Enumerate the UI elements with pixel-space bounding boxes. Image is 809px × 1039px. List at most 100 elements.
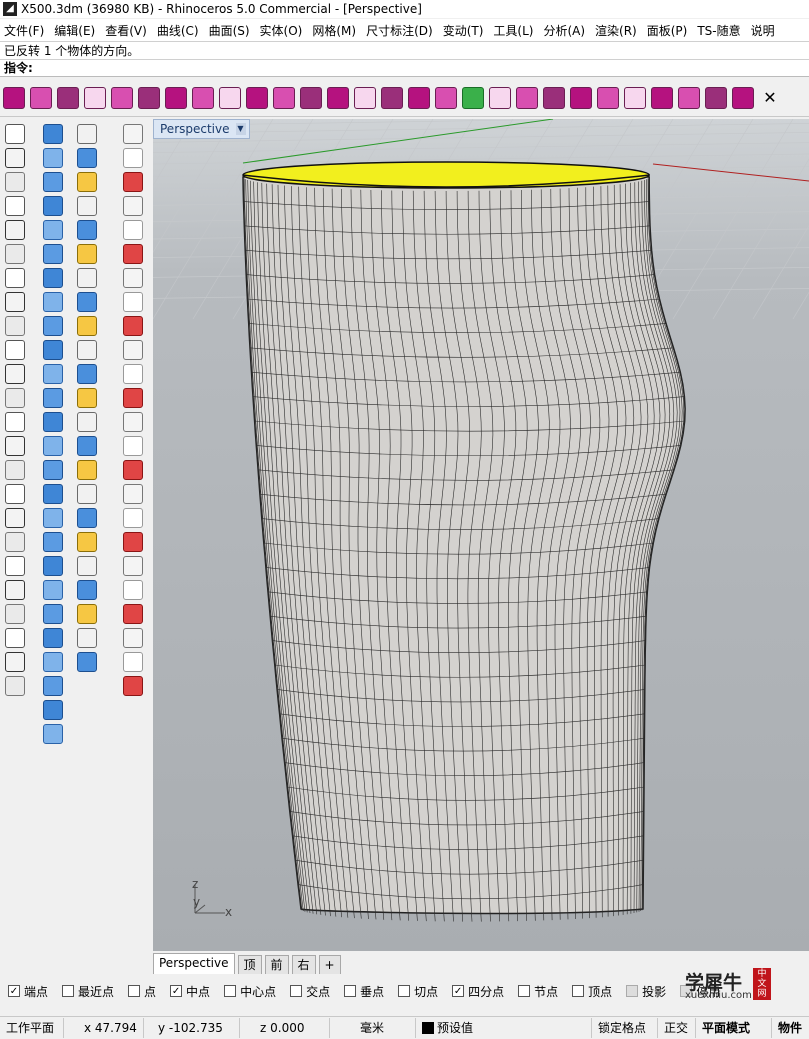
menu-solid[interactable]: 实体(O) [256, 22, 309, 39]
osnap-checkbox[interactable] [224, 985, 237, 997]
osnap-checkbox[interactable] [518, 985, 531, 997]
menu-view[interactable]: 查看(V) [101, 22, 153, 39]
gumball-icon[interactable] [138, 87, 160, 109]
blend-surface-icon[interactable] [111, 87, 133, 109]
polygon-mesh-icon[interactable] [246, 87, 268, 109]
magnify-icon[interactable] [123, 124, 143, 144]
menu-edit[interactable]: 编辑(E) [50, 22, 101, 39]
tab-perspective[interactable]: Perspective [153, 953, 235, 974]
walking-icon[interactable] [43, 484, 63, 504]
osnap-7[interactable]: 切点 [398, 983, 438, 1000]
menu-render[interactable]: 渲染(R) [591, 22, 643, 39]
menu-ts[interactable]: TS-随意 [693, 22, 746, 39]
point-grid-icon[interactable] [192, 87, 214, 109]
offset-curve-icon[interactable] [5, 508, 25, 528]
planar-toggle[interactable]: 平面模式 [696, 1018, 772, 1038]
arc-icon[interactable] [5, 268, 25, 288]
menu-mesh[interactable]: 网格(M) [308, 22, 362, 39]
torus-half-icon[interactable] [123, 628, 143, 648]
menu-file[interactable]: 文件(F) [0, 22, 50, 39]
surface-plane-icon[interactable] [43, 124, 63, 144]
boolean-icon[interactable] [651, 87, 673, 109]
edit-pen-icon[interactable] [77, 412, 97, 432]
puzzle-icon[interactable] [77, 172, 97, 192]
extrude-tool-icon[interactable] [57, 87, 79, 109]
cube-select-icon[interactable] [43, 508, 63, 528]
text-icon[interactable] [5, 652, 25, 672]
sphere-net-icon[interactable] [43, 172, 63, 192]
car-box-icon[interactable] [123, 340, 143, 360]
bend-icon[interactable] [354, 87, 376, 109]
rail-revolve-icon[interactable] [43, 292, 63, 312]
sweep-surface-icon[interactable] [43, 436, 63, 456]
arch-surface-icon[interactable] [43, 556, 63, 576]
dim-angle-icon[interactable] [77, 148, 97, 168]
spheres-split-icon[interactable] [77, 316, 97, 336]
car-front-icon[interactable] [123, 388, 143, 408]
cap-icon[interactable] [43, 700, 63, 720]
grid-tile-icon[interactable] [543, 87, 565, 109]
shaded-sphere-icon[interactable] [123, 268, 143, 288]
cylinder-blue-icon[interactable] [123, 508, 143, 528]
unroll-icon[interactable] [489, 87, 511, 109]
dots-circle-icon[interactable] [77, 532, 97, 552]
loft-surface-icon[interactable] [43, 412, 63, 432]
ellipse-icon[interactable] [5, 412, 25, 432]
bulbs-icon[interactable] [123, 244, 143, 264]
polyline-icon[interactable] [5, 196, 25, 216]
menu-tools[interactable]: 工具(L) [489, 22, 539, 39]
grid-snap-toggle[interactable]: 锁定格点 [592, 1018, 658, 1038]
extrude-blue-icon[interactable] [123, 580, 143, 600]
close-icon[interactable]: ✕ [759, 87, 781, 109]
patch-blue-icon[interactable] [43, 652, 63, 672]
cylinder-icon[interactable] [43, 244, 63, 264]
curve-lines-icon[interactable] [5, 580, 25, 600]
folder-icon[interactable] [123, 172, 143, 192]
polyline-zigzag-icon[interactable] [5, 628, 25, 648]
hourglass-icon[interactable] [77, 580, 97, 600]
stair-icon[interactable] [77, 388, 97, 408]
circles-icon[interactable] [77, 220, 97, 240]
render-sphere-icon[interactable] [123, 292, 143, 312]
viewport-title-tab[interactable]: Perspective ▼ [153, 119, 250, 139]
car-open-icon[interactable] [123, 460, 143, 480]
cube-edit-icon[interactable] [165, 87, 187, 109]
revolve-icon[interactable] [43, 268, 63, 288]
revolved-surface-model[interactable] [242, 161, 686, 922]
car-red-icon[interactable] [123, 316, 143, 336]
fillet-curve-icon[interactable] [5, 460, 25, 480]
osnap-9[interactable]: 节点 [518, 983, 558, 1000]
osnap-1[interactable]: 最近点 [62, 983, 114, 1000]
loft-icon[interactable] [624, 87, 646, 109]
flow-along-icon[interactable] [273, 87, 295, 109]
menu-curve[interactable]: 曲线(C) [153, 22, 205, 39]
osnap-10[interactable]: 顶点 [572, 983, 612, 1000]
cylinder-cap-icon[interactable] [570, 87, 592, 109]
cube-red-icon[interactable] [77, 340, 97, 360]
osnap-3[interactable]: ✓ 中点 [170, 983, 210, 1000]
boolean-blue-icon[interactable] [77, 268, 97, 288]
osnap-6[interactable]: 垂点 [344, 983, 384, 1000]
tab-top[interactable]: 顶 [237, 955, 262, 974]
twist-icon[interactable] [327, 87, 349, 109]
split-icon[interactable] [43, 532, 63, 552]
funnel-icon[interactable] [43, 316, 63, 336]
calculator-icon[interactable] [5, 676, 25, 696]
osnap-checkbox[interactable] [626, 985, 639, 997]
menu-panels[interactable]: 面板(P) [643, 22, 694, 39]
ortho-toggle[interactable]: 正交 [658, 1018, 696, 1038]
grid-points-icon[interactable] [516, 87, 538, 109]
sphere-tool-icon[interactable] [30, 87, 52, 109]
box-white-icon[interactable] [77, 508, 97, 528]
wedge-icon[interactable] [43, 364, 63, 384]
blend-curve-icon[interactable] [5, 532, 25, 552]
surface-fold-icon[interactable] [43, 220, 63, 240]
select-arrow-icon[interactable] [5, 124, 25, 144]
menu-dimension[interactable]: 尺寸标注(D) [362, 22, 439, 39]
osnap-4[interactable]: 中心点 [224, 983, 276, 1000]
network-surface-icon[interactable] [435, 87, 457, 109]
osnap-5[interactable]: 交点 [290, 983, 330, 1000]
line-icon[interactable] [5, 220, 25, 240]
fillet-surface-icon[interactable] [84, 87, 106, 109]
blend-srf-icon[interactable] [43, 460, 63, 480]
